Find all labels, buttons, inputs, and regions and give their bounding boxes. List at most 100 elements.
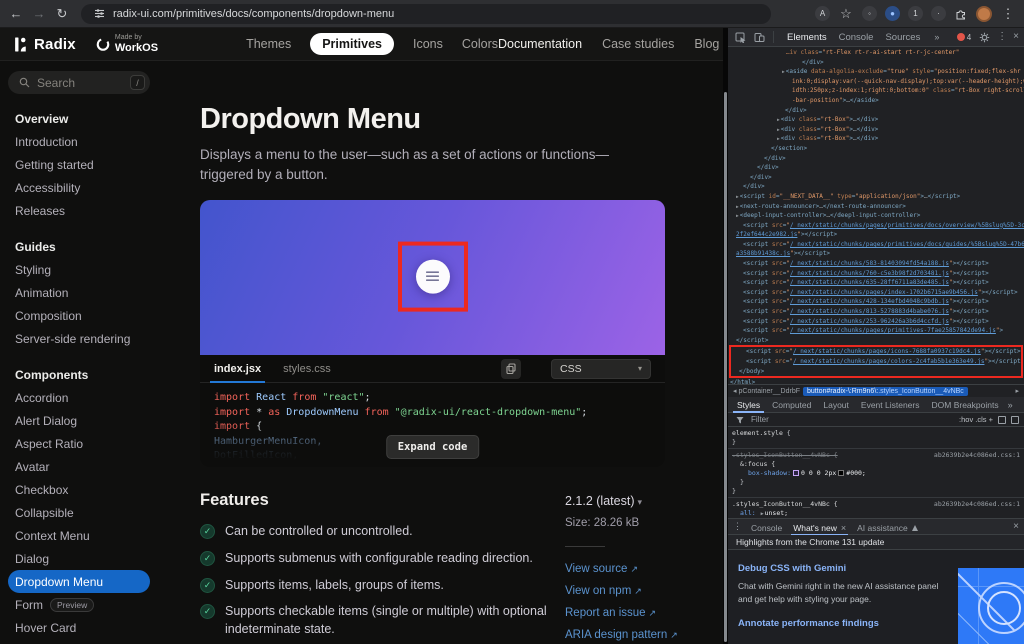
dom-tree-line[interactable]: <script src="/_next/static/chunks/813-52… (728, 307, 1024, 317)
sidebar-item-alert-dialog[interactable]: Alert Dialog (8, 409, 150, 432)
dom-tree-line[interactable]: ink:0;display:var(--quick-nav-display);t… (728, 77, 1024, 87)
dom-tree-line[interactable]: ▶<div class="rt-Box">…</div> (728, 125, 1024, 135)
extensions-puzzle-icon[interactable] (954, 8, 968, 20)
sidebar-item-composition[interactable]: Composition (8, 304, 150, 327)
sidebar-item-dialog[interactable]: Dialog (8, 547, 150, 570)
settings-gear-icon[interactable] (977, 32, 991, 43)
dom-tree-line[interactable]: idth:250px;z-index:1;right:0;bottom:0" c… (728, 86, 1024, 96)
dom-tree-line[interactable]: ▶<div class="rt-Box">…</div> (728, 115, 1024, 125)
sidebar-item-collapsible[interactable]: Collapsible (8, 501, 150, 524)
issues-badge[interactable]: 4 (957, 33, 971, 42)
sidebar-item-label[interactable]: Label (8, 639, 150, 644)
dom-tree-line[interactable]: ▶<aside data-algolia-exclude="true" styl… (728, 67, 1024, 77)
focus-style-rule[interactable]: ab2639b2e4c086ed.css:1 .styles_IconButto… (728, 449, 1024, 498)
color-swatch-icon[interactable] (838, 470, 844, 476)
devtools-tab-elements[interactable]: Elements (781, 28, 833, 46)
stylesheet-link[interactable]: ab2639b2e4c086ed.css:1 (934, 451, 1020, 460)
stylesheet-link[interactable]: ab2639b2e4c086ed.css:1 (934, 500, 1020, 509)
nav-primitives[interactable]: Primitives (310, 33, 394, 55)
extension-icon-3[interactable]: · (931, 6, 946, 21)
page-scrollbar[interactable] (724, 92, 727, 642)
dom-tree-line[interactable]: </div> (728, 173, 1024, 183)
sidebar-item-context-menu[interactable]: Context Menu (8, 524, 150, 547)
nav-documentation[interactable]: Documentation (498, 37, 582, 51)
bookmark-star-icon[interactable]: ☆ (838, 7, 854, 20)
dom-tree-line[interactable]: </section> (728, 144, 1024, 154)
link-view-source[interactable]: View source↗ (565, 563, 665, 575)
dom-tree-line[interactable]: <script src="/_next/static/chunks/760-c5… (728, 269, 1024, 279)
search-input[interactable]: Search / (8, 71, 150, 94)
profile-avatar[interactable] (976, 6, 992, 22)
link-view-on-npm[interactable]: View on npm↗ (565, 585, 665, 597)
sidebar-item-releases[interactable]: Releases (8, 199, 150, 222)
dom-tree-line[interactable]: </div> (728, 106, 1024, 116)
shadow-swatch-icon[interactable] (793, 470, 799, 476)
dom-tree-line[interactable]: <script src="/_next/static/chunks/583-81… (728, 259, 1024, 269)
styles-tab-event-listeners[interactable]: Event Listeners (855, 397, 926, 413)
nav-colors[interactable]: Colors (462, 37, 498, 51)
code-tab-index-jsx[interactable]: index.jsx (214, 355, 261, 383)
sidebar-item-animation[interactable]: Animation (8, 281, 150, 304)
dom-tree-line[interactable]: <script src="/_next/static/chunks/pages/… (728, 240, 1024, 250)
expand-longhand-icon[interactable]: ▶ (761, 511, 764, 517)
dom-tree-line[interactable]: <script src="/_next/static/chunks/253-96… (728, 317, 1024, 327)
extension-badge-icon[interactable]: 1 (908, 6, 923, 21)
drawer-close-icon[interactable]: × (1013, 521, 1019, 532)
sidebar-item-aspect-ratio[interactable]: Aspect Ratio (8, 432, 150, 455)
close-tab-icon[interactable]: × (841, 523, 846, 533)
nav-icons[interactable]: Icons (413, 37, 443, 51)
styles-tab-dom-breakpoints[interactable]: DOM Breakpoints (926, 397, 1005, 413)
breadcrumb-prev[interactable]: pContainer__DdrbF (739, 388, 800, 395)
dom-tree-line[interactable]: <script src="/_next/static/chunks/pages/… (728, 221, 1024, 231)
sidebar-item-checkbox[interactable]: Checkbox (8, 478, 150, 501)
sidebar-item-styling[interactable]: Styling (8, 258, 150, 281)
computed-grid-icon[interactable] (998, 416, 1006, 424)
dom-tree-line[interactable]: <script src="/_next/static/chunks/428-13… (728, 297, 1024, 307)
sidebar-item-avatar[interactable]: Avatar (8, 455, 150, 478)
browser-menu-icon[interactable]: ⋮ (1000, 7, 1016, 20)
extension-icon-1[interactable]: ◦ (862, 6, 877, 21)
sidebar-item-getting-started[interactable]: Getting started (8, 153, 150, 176)
dom-tree-line[interactable]: </script> (728, 336, 1024, 346)
iconbutton-style-rule[interactable]: ab2639b2e4c086ed.css:1 .styles_IconButto… (728, 498, 1024, 518)
styles-tab-styles[interactable]: Styles (731, 397, 766, 413)
radix-logo-text[interactable]: Radix (34, 36, 76, 53)
dom-tree-line[interactable]: <script src="/_next/static/chunks/pages/… (731, 347, 1021, 357)
crumb-scroll-right-icon[interactable]: ▸ (1013, 387, 1021, 395)
styles-tab-layout[interactable]: Layout (817, 397, 855, 413)
drawer-tab-what-s-new[interactable]: What's new× (791, 519, 848, 536)
devtools-menu-icon[interactable]: ⋮ (997, 32, 1007, 42)
copy-code-button[interactable] (501, 359, 521, 379)
version-select[interactable]: 2.1.2 (latest)▾ (565, 494, 665, 508)
nav-blog[interactable]: Blog (694, 37, 719, 51)
sidebar-item-server-side-rendering[interactable]: Server-side rendering (8, 327, 150, 350)
address-bar[interactable]: radix-ui.com/primitives/docs/components/… (81, 4, 771, 24)
more-styles-tabs-icon[interactable]: » (1005, 400, 1016, 410)
styles-tab-computed[interactable]: Computed (766, 397, 817, 413)
radix-logo-icon[interactable] (14, 37, 28, 52)
sidebar-item-dropdown-menu[interactable]: Dropdown Menu (8, 570, 150, 593)
devtools-close-icon[interactable]: × (1013, 32, 1019, 42)
sidebar-toggle-icon[interactable] (1011, 416, 1019, 424)
language-select[interactable]: CSS ▾ (551, 359, 651, 379)
style-toggle-buttons[interactable]: :hov .cls + (959, 415, 993, 424)
drawer-menu-icon[interactable]: ⋮ (733, 521, 742, 532)
nav-case-studies[interactable]: Case studies (602, 37, 674, 51)
element-style-rule[interactable]: element.style { } (728, 427, 1024, 449)
dom-tree-line[interactable]: ▶<div class="rt-Box">…</div> (728, 134, 1024, 144)
workos-badge[interactable]: Made by WorkOS (115, 34, 158, 54)
device-toolbar-icon[interactable] (752, 32, 766, 43)
expand-code-button[interactable]: Expand code (386, 435, 480, 460)
extension-icon-2[interactable]: ● (885, 6, 900, 21)
dom-tree-line[interactable]: <script src="/_next/static/chunks/pages/… (728, 326, 1024, 336)
dom-tree-line[interactable]: </div> (728, 154, 1024, 164)
dom-tree-line[interactable]: </body> (731, 367, 1021, 377)
breadcrumb-current[interactable]: button#radix-\:Rm9n6\:.styles_IconButton… (803, 387, 968, 396)
workos-logo-icon[interactable] (96, 37, 110, 52)
dom-tree-line[interactable]: a3588b91438c.js"></script> (728, 249, 1024, 259)
sidebar-item-accordion[interactable]: Accordion (8, 386, 150, 409)
dom-tree-line[interactable]: 2f2ef644c2e982.js"></script> (728, 230, 1024, 240)
back-icon[interactable]: ← (8, 7, 24, 20)
dom-tree-line[interactable]: </div> (728, 163, 1024, 173)
sidebar-item-introduction[interactable]: Introduction (8, 130, 150, 153)
